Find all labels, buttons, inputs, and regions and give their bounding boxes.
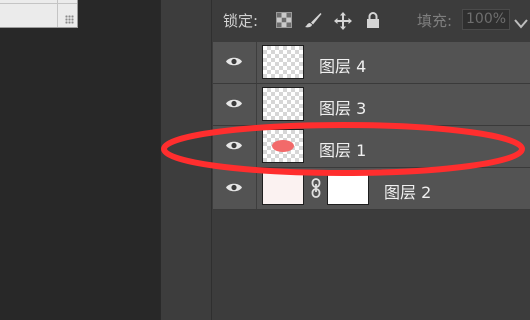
layer-row[interactable]: 图层 2: [213, 168, 530, 210]
layer-thumbnail: [262, 129, 304, 163]
eye-icon: [226, 183, 242, 192]
layer-thumbnail: [262, 45, 304, 79]
panel-dock-strip: [160, 0, 212, 320]
fill-label: 填充:: [417, 12, 453, 30]
fill-slider-toggle-icon[interactable]: [514, 14, 528, 29]
layer-visibility-toggle[interactable]: [213, 168, 257, 209]
eye-icon: [226, 57, 242, 66]
layer-row[interactable]: 图层 3: [213, 84, 530, 126]
layer-name: 图层 4: [319, 57, 367, 76]
dock-edge: [160, 0, 161, 320]
eye-icon: [226, 141, 242, 150]
document-edge-line: [0, 3, 77, 4]
layer-mask-thumbnail[interactable]: [327, 171, 369, 205]
layer-name: 图层 1: [319, 141, 367, 160]
fill-opacity-field[interactable]: 100%: [462, 9, 510, 30]
layer-name: 图层 2: [384, 183, 432, 202]
layer-row[interactable]: 图层 4: [213, 42, 530, 84]
lock-label: 锁定:: [223, 12, 259, 30]
layer-name: 图层 3: [319, 99, 367, 118]
link-chain-icon[interactable]: [310, 178, 322, 202]
lock-image-pixels-icon[interactable]: [304, 12, 322, 28]
resize-grip-icon[interactable]: [65, 15, 74, 24]
layer-visibility-toggle[interactable]: [213, 42, 257, 83]
layer-visibility-toggle[interactable]: [213, 126, 257, 167]
layers-empty-area: [213, 211, 530, 320]
layer-row[interactable]: 图层 1: [213, 126, 530, 168]
document-window-corner: [0, 0, 78, 28]
layers-list: 图层 4 图层 3 图层 1 图层 2: [213, 42, 530, 210]
canvas-area: [0, 0, 160, 320]
red-ellipse-shape: [272, 140, 294, 152]
layers-panel: 锁定: 填充: 100% 图层 4 图层 3 图层 1 图层 2: [212, 0, 530, 320]
lock-position-icon[interactable]: [334, 12, 352, 30]
lock-bar: 锁定: 填充: 100%: [212, 0, 530, 40]
document-scrollbar-divider: [57, 0, 58, 27]
layer-thumbnail: [262, 87, 304, 121]
lock-all-icon[interactable]: [366, 12, 382, 28]
eye-icon: [226, 99, 242, 108]
layer-thumbnail: [262, 171, 304, 205]
lock-transparent-pixels-icon[interactable]: [276, 12, 292, 28]
layer-visibility-toggle[interactable]: [213, 84, 257, 125]
